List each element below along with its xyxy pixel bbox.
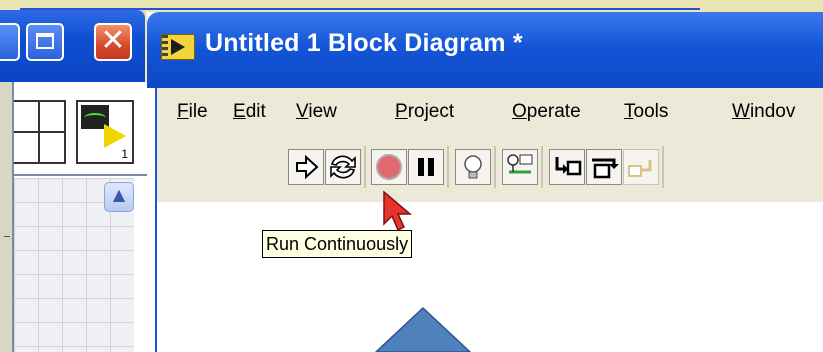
chevron-up-icon: ▲	[112, 185, 126, 204]
step-out-icon	[628, 160, 652, 177]
retain-wire-values-button[interactable]	[502, 149, 538, 185]
step-over-icon	[592, 158, 619, 179]
menu-operate[interactable]: Operate	[512, 101, 581, 123]
step-out-button[interactable]	[623, 149, 659, 185]
vi-icon-number: 1	[121, 147, 128, 161]
run-button[interactable]	[288, 149, 324, 185]
scroll-up-button[interactable]: ▲	[104, 182, 134, 212]
stop-icon	[376, 154, 402, 180]
divider	[14, 174, 147, 176]
menu-view[interactable]: View	[296, 101, 337, 123]
run-continuously-icon	[330, 155, 356, 179]
highlight-execution-button[interactable]	[455, 149, 491, 185]
menu-edit[interactable]: Edit	[233, 101, 266, 123]
run-arrow-icon	[296, 154, 319, 180]
toolbar-separator	[364, 146, 366, 188]
light-bulb-icon	[464, 155, 482, 179]
tooltip: Run Continuously	[262, 230, 413, 258]
maximize-button[interactable]	[26, 23, 64, 61]
dash-mark	[4, 236, 10, 237]
close-button[interactable]: ✕	[94, 23, 132, 61]
menu-project[interactable]: Project	[395, 101, 454, 123]
step-into-button[interactable]	[549, 149, 585, 185]
toolbar-separator	[494, 146, 496, 188]
front-panel-body: 1 ▲	[12, 82, 147, 352]
run-continuously-button[interactable]	[325, 149, 361, 185]
menu-window[interactable]: Windov	[732, 101, 795, 123]
block-diagram-window: Untitled 1 Block Diagram * File Edit Vie…	[147, 12, 823, 352]
restore-button[interactable]	[0, 23, 20, 61]
front-panel-window: ✕ 1 ▲	[0, 10, 147, 352]
block-diagram-title-bar[interactable]: Untitled 1 Block Diagram *	[147, 12, 823, 88]
block-diagram-canvas[interactable]	[155, 202, 823, 352]
menu-file[interactable]: File	[177, 101, 208, 123]
step-into-icon	[555, 157, 582, 176]
mouse-cursor-icon	[383, 190, 413, 232]
toolbar-separator	[447, 146, 449, 188]
run-arrow-icon	[104, 124, 126, 148]
connector-pane-icon[interactable]	[14, 100, 66, 164]
probe-icon	[507, 154, 533, 174]
front-panel-title-bar[interactable]: ✕	[0, 10, 145, 82]
window-title: Untitled 1 Block Diagram *	[205, 29, 523, 57]
toolbar-separator	[662, 146, 664, 188]
toolbar	[155, 132, 823, 203]
pause-button[interactable]	[408, 149, 444, 185]
close-icon: ✕	[100, 23, 126, 58]
step-over-button[interactable]	[586, 149, 622, 185]
block-diagram-icon	[161, 34, 195, 60]
menu-bar: File Edit View Project Operate Tools Win…	[155, 88, 823, 132]
abort-execution-button[interactable]	[371, 149, 407, 185]
menu-tools[interactable]: Tools	[624, 101, 668, 123]
callout-arrow-icon	[375, 307, 471, 352]
pause-icon	[418, 158, 434, 176]
maximize-icon	[36, 33, 54, 49]
vi-icon[interactable]: 1	[76, 100, 134, 164]
toolbar-separator	[541, 146, 543, 188]
